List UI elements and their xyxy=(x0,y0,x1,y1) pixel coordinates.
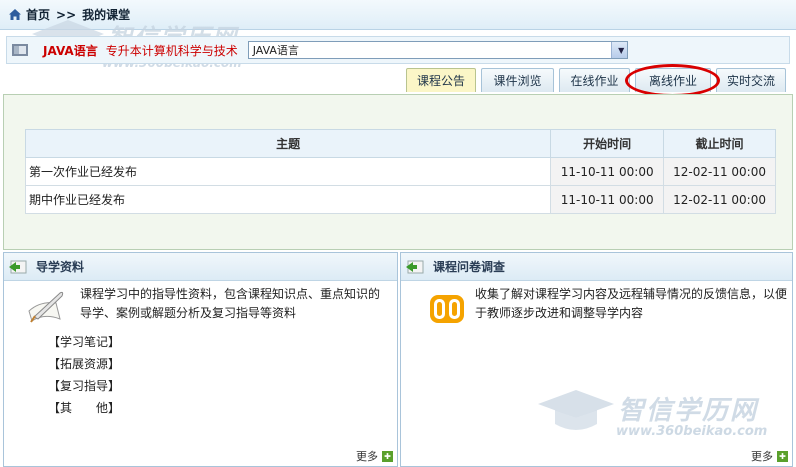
survey-more-label[interactable]: 更多 xyxy=(751,448,773,464)
list-item-review-guide[interactable]: 【复习指导】 xyxy=(48,375,120,397)
table-row[interactable]: 第一次作业已经发布 11-10-11 00:00 12-02-11 00:00 xyxy=(24,157,776,186)
panel-arrow-icon xyxy=(8,260,28,274)
guide-description: 课程学习中的指导性资料，包含课程知识点、重点知识的导学、案例或解题分析及复习指导… xyxy=(80,287,381,320)
tab-courseware[interactable]: 课件浏览 xyxy=(481,68,554,92)
guide-resource-list: 【学习笔记】 【拓展资源】 【复习指导】 【其 他】 xyxy=(48,331,120,419)
survey-panel-title: 课程问卷调查 xyxy=(433,260,506,274)
column-header-title: 主题 xyxy=(24,129,552,158)
course-book-icon xyxy=(11,42,29,58)
announcement-title-link[interactable]: 期中作业已经发布 xyxy=(24,185,552,214)
panel-arrow-icon xyxy=(405,260,425,274)
survey-description: 收集了解对课程学习内容及远程辅导情况的反馈信息，以便于教师逐步改进和调整导学内容 xyxy=(475,287,788,320)
guide-more-label[interactable]: 更多 xyxy=(356,448,378,464)
course-selector-row: JAVA语言 专升本计算机科学与技术 JAVA语言 ▼ xyxy=(6,36,790,64)
tab-live-chat[interactable]: 实时交流 xyxy=(716,68,786,92)
table-row[interactable]: 期中作业已经发布 11-10-11 00:00 12-02-11 00:00 xyxy=(24,185,776,214)
home-icon[interactable] xyxy=(8,8,22,21)
column-header-start: 开始时间 xyxy=(550,129,665,158)
tab-online-homework[interactable]: 在线作业 xyxy=(559,68,630,92)
breadcrumb-current: 我的课堂 xyxy=(82,8,131,22)
course-select[interactable]: JAVA语言 ▼ xyxy=(247,41,628,59)
quill-pen-icon xyxy=(26,289,66,328)
survey-more-link[interactable]: 更多 ✚ xyxy=(751,448,788,464)
announcement-end: 12-02-11 00:00 xyxy=(663,185,776,214)
announcement-title-link[interactable]: 第一次作业已经发布 xyxy=(24,157,552,186)
chevron-down-icon[interactable]: ▼ xyxy=(610,42,627,58)
announcement-table: 主题 开始时间 截止时间 第一次作业已经发布 11-10-11 00:00 12… xyxy=(24,129,776,214)
survey-panel-header: 课程问卷调查 xyxy=(401,253,792,281)
course-survey-panel: 课程问卷调查 收集了解对课程学习内容及远程辅导情况的反馈信息，以便于教师逐步改进… xyxy=(400,252,793,467)
tab-offline-homework[interactable]: 离线作业 xyxy=(635,68,711,92)
breadcrumb: 首页 >> 我的课堂 xyxy=(0,0,796,30)
guide-panel-title: 导学资料 xyxy=(36,260,85,274)
announcement-panel: 主题 开始时间 截止时间 第一次作业已经发布 11-10-11 00:00 12… xyxy=(3,94,793,250)
guide-more-link[interactable]: 更多 ✚ xyxy=(356,448,393,464)
column-header-end: 截止时间 xyxy=(663,129,776,158)
course-select-value: JAVA语言 xyxy=(252,44,299,57)
course-tabs: 课程公告 课件浏览 在线作业 离线作业 实时交流 xyxy=(406,68,791,94)
more-icon[interactable]: ✚ xyxy=(777,450,788,462)
list-item-extended-resources[interactable]: 【拓展资源】 xyxy=(48,353,120,375)
course-name: JAVA语言 xyxy=(43,43,98,58)
more-icon[interactable]: ✚ xyxy=(382,450,393,462)
guide-panel-header: 导学资料 xyxy=(4,253,397,281)
announcement-start: 11-10-11 00:00 xyxy=(550,185,665,214)
course-major: 专升本计算机科学与技术 xyxy=(105,43,238,58)
table-header-row: 主题 开始时间 截止时间 xyxy=(24,129,776,158)
breadcrumb-home-link[interactable]: 首页 xyxy=(26,6,50,23)
guide-materials-panel: 导学资料 课程学习中的指导性资料，包含课程知识点、重点知识的导学、案例或解题分析… xyxy=(3,252,398,467)
breadcrumb-separator: >> xyxy=(56,7,77,22)
announcement-end: 12-02-11 00:00 xyxy=(663,157,776,186)
list-item-study-notes[interactable]: 【学习笔记】 xyxy=(48,331,120,353)
tab-course-announcements[interactable]: 课程公告 xyxy=(406,68,476,92)
survey-chat-icon xyxy=(429,293,465,328)
announcement-start: 11-10-11 00:00 xyxy=(550,157,665,186)
list-item-other[interactable]: 【其 他】 xyxy=(48,397,120,419)
